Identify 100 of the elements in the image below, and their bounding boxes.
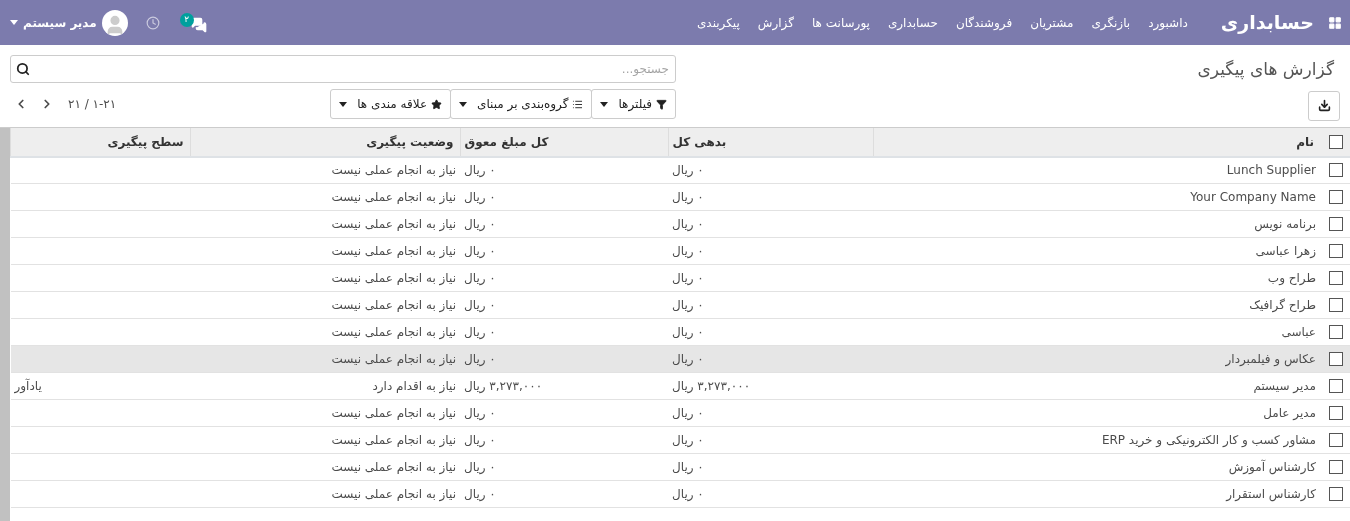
search-icon[interactable]	[16, 62, 30, 76]
table-cell: مدیر عامل	[1263, 406, 1316, 420]
table-row[interactable]: مشاور کسب و کار الکترونیکی و خرید ERP ۰ ریال ۰ ریال نیاز به انجام عملی نیست	[10, 426, 1350, 454]
table-cell: نیاز به انجام عملی نیست	[331, 163, 456, 178]
notification-badge: ۲	[179, 12, 194, 27]
nav-menu-item[interactable]: پیکربندی	[687, 13, 749, 32]
nav-menu-item[interactable]: پورسانت ها	[802, 13, 879, 32]
table-cell: ۰ ریال	[464, 217, 496, 231]
column-header[interactable]: وضعیت پیگیری	[190, 127, 460, 157]
column-header[interactable]: نام	[873, 127, 1320, 157]
table-cell: برنامه نویس	[1254, 217, 1316, 231]
table-cell: ۰ ریال	[672, 298, 704, 312]
table-cell: ۰ ریال	[464, 352, 496, 366]
table-cell: ۳,۲۷۳,۰۰۰ ریال	[464, 379, 543, 393]
filter-icon	[656, 98, 667, 110]
table-row[interactable]: کارشناس استقرار ۰ ریال ۰ ریال نیاز به انجام عملی نیست	[10, 480, 1350, 508]
table-cell: نیاز به انجام عملی نیست	[331, 244, 456, 258]
checkbox[interactable]	[1329, 163, 1343, 178]
table-cell: ۰ ریال	[464, 487, 496, 501]
table-cell: ۰ ریال	[672, 352, 704, 366]
table-cell: نیاز به انجام عملی نیست	[331, 352, 456, 366]
caret-icon	[10, 20, 18, 25]
table-cell: ۰ ریال	[464, 298, 496, 312]
table-row[interactable]: طراح وب ۰ ریال ۰ ریال نیاز به انجام عملی نیست	[10, 264, 1350, 292]
scrollbar[interactable]	[0, 126, 10, 521]
table-cell: یادآور	[14, 379, 42, 393]
nav-menu-item[interactable]: فروشندگان	[946, 13, 1022, 32]
apps-menu-icon[interactable]	[1328, 15, 1342, 30]
nav-menu-item[interactable]: داشبورد	[1139, 13, 1197, 32]
table-row[interactable]: مدیر سیستم ۳,۲۷۳,۰۰۰ ریال ۳,۲۷۳,۰۰۰ ریال نیاز به اقدام دارد یادآور	[10, 372, 1350, 400]
table-cell: طراح وب	[1267, 271, 1316, 285]
app-brand: حسابداری	[1220, 10, 1314, 36]
table-cell: ۰ ریال	[672, 487, 704, 501]
search-option-button[interactable]: فیلترها	[591, 89, 676, 119]
table-cell: ۰ ریال	[672, 460, 704, 474]
column-header[interactable]: سطح پیگیری	[10, 127, 190, 157]
checkbox[interactable]	[1329, 352, 1343, 366]
table-cell: نیاز به انجام عملی نیست	[331, 406, 456, 420]
table-cell: ۰ ریال	[672, 433, 704, 447]
table-cell: ۰ ریال	[464, 406, 496, 420]
checkbox[interactable]	[1329, 298, 1343, 312]
caret-icon	[459, 101, 468, 107]
table-cell: زهرا عباسی	[1255, 244, 1316, 258]
search-option-button[interactable]: علاقه مندی ها	[330, 89, 452, 119]
user-menu[interactable]: مدیر سیستم	[10, 9, 128, 36]
table-cell: ۰ ریال	[464, 163, 496, 178]
nav-menu-item[interactable]: گزارش	[748, 13, 803, 32]
checkbox[interactable]	[1329, 271, 1343, 285]
table-row[interactable]: کارشناس آموزش ۰ ریال ۰ ریال نیاز به انجام عملی نیست	[10, 453, 1350, 481]
checkbox[interactable]	[1329, 325, 1343, 339]
export-button[interactable]	[1308, 90, 1340, 121]
table-row[interactable]: برنامه نویس ۰ ریال ۰ ریال نیاز به انجام عملی نیست	[10, 210, 1350, 238]
table-cell: نیاز به انجام عملی نیست	[331, 217, 456, 231]
table-cell: ۰ ریال	[672, 190, 704, 204]
checkbox[interactable]	[1329, 406, 1343, 420]
table-cell: Lunch Supplier	[1226, 163, 1316, 178]
caret-icon	[339, 101, 348, 107]
table-cell: ۰ ریال	[464, 433, 496, 447]
page-title: گزارش های پیگیری	[1196, 58, 1335, 82]
search-field[interactable]: جستجو...	[10, 55, 676, 83]
table-cell: ۰ ریال	[464, 271, 496, 285]
table-cell: نیاز به انجام عملی نیست	[331, 325, 456, 339]
table-cell: نیاز به انجام عملی نیست	[331, 433, 456, 447]
checkbox[interactable]	[1329, 134, 1343, 149]
checkbox[interactable]	[1329, 487, 1343, 501]
search-option-button[interactable]: گروه‌بندی بر مبنای	[450, 89, 593, 119]
nav-menu-item[interactable]: بازنگری	[1082, 13, 1140, 32]
table-cell: ۰ ریال	[672, 406, 704, 420]
table-row[interactable]: مدیر عامل ۰ ریال ۰ ریال نیاز به انجام عملی نیست	[10, 399, 1350, 427]
checkbox[interactable]	[1329, 217, 1343, 231]
table-cell: ۰ ریال	[464, 244, 496, 258]
table-cell: کارشناس استقرار	[1226, 487, 1316, 501]
table-row[interactable]: زهرا عباسی ۰ ریال ۰ ریال نیاز به انجام عملی نیست	[10, 237, 1350, 265]
column-header[interactable]: بدهی کل	[668, 127, 873, 157]
table-cell: Your Company Name	[1190, 190, 1316, 204]
table-cell: ۳,۲۷۳,۰۰۰ ریال	[672, 379, 751, 393]
nav-menu-item[interactable]: حسابداری	[878, 13, 947, 32]
column-header[interactable]: کل مبلغ معوق	[460, 127, 668, 157]
table-cell: ۰ ریال	[672, 217, 704, 231]
table-row[interactable]: طراح گرافیک ۰ ریال ۰ ریال نیاز به انجام عملی نیست	[10, 291, 1350, 319]
table-cell: ۰ ریال	[464, 460, 496, 474]
table-cell: مدیر سیستم	[1253, 379, 1316, 393]
table-cell: کارشناس آموزش	[1228, 460, 1316, 474]
table-cell: ۰ ریال	[464, 325, 496, 339]
user-avatar	[101, 9, 128, 36]
checkbox[interactable]	[1329, 460, 1343, 474]
checkbox[interactable]	[1329, 379, 1343, 393]
pager-value: ۱-۲۱ / ۲۱	[68, 96, 117, 113]
group-icon	[572, 98, 584, 110]
table-row[interactable]: عباسی ۰ ریال ۰ ریال نیاز به انجام عملی نیست	[10, 318, 1350, 346]
table-cell: عکاس و فیلمبردار	[1225, 352, 1316, 366]
checkbox[interactable]	[1329, 190, 1343, 204]
download-icon	[1317, 99, 1331, 112]
checkbox[interactable]	[1329, 433, 1343, 447]
caret-icon	[600, 101, 609, 107]
table-cell: ۰ ریال	[672, 271, 704, 285]
checkbox[interactable]	[1329, 244, 1343, 258]
table-cell: ۰ ریال	[672, 244, 704, 258]
table-cell: نیاز به انجام عملی نیست	[331, 298, 456, 312]
nav-menu-item[interactable]: مشتریان	[1021, 13, 1083, 32]
